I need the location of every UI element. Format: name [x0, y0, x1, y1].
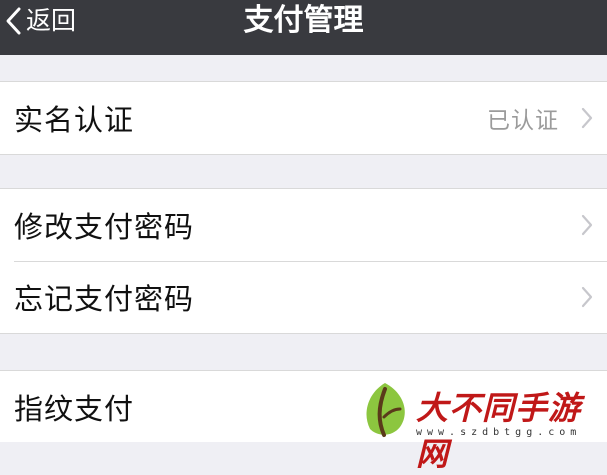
watermark: 大不同手游网 www.szdbtgg.com	[358, 375, 607, 473]
fingerprint-label: 指纹支付	[14, 392, 135, 426]
chevron-right-icon	[581, 107, 593, 129]
nav-bar: 返回 支付管理	[0, 0, 607, 55]
page-title: 支付管理	[243, 3, 364, 38]
forgot-payment-password-row[interactable]: 忘记支付密码	[0, 261, 607, 333]
section-password: 修改支付密码 忘记支付密码	[0, 188, 607, 334]
real-name-verification-row[interactable]: 实名认证 已认证	[0, 82, 607, 154]
real-name-label: 实名认证	[14, 103, 135, 137]
forgot-password-label: 忘记支付密码	[14, 282, 195, 316]
section-real-name: 实名认证 已认证	[0, 81, 607, 155]
leaf-logo-icon	[358, 379, 412, 443]
change-password-label: 修改支付密码	[14, 210, 195, 244]
watermark-url: www.szdbtgg.com	[416, 427, 582, 438]
chevron-right-icon	[581, 214, 593, 236]
chevron-right-icon	[581, 286, 593, 308]
verified-status: 已认证	[487, 108, 559, 134]
change-payment-password-row[interactable]: 修改支付密码	[0, 189, 607, 261]
